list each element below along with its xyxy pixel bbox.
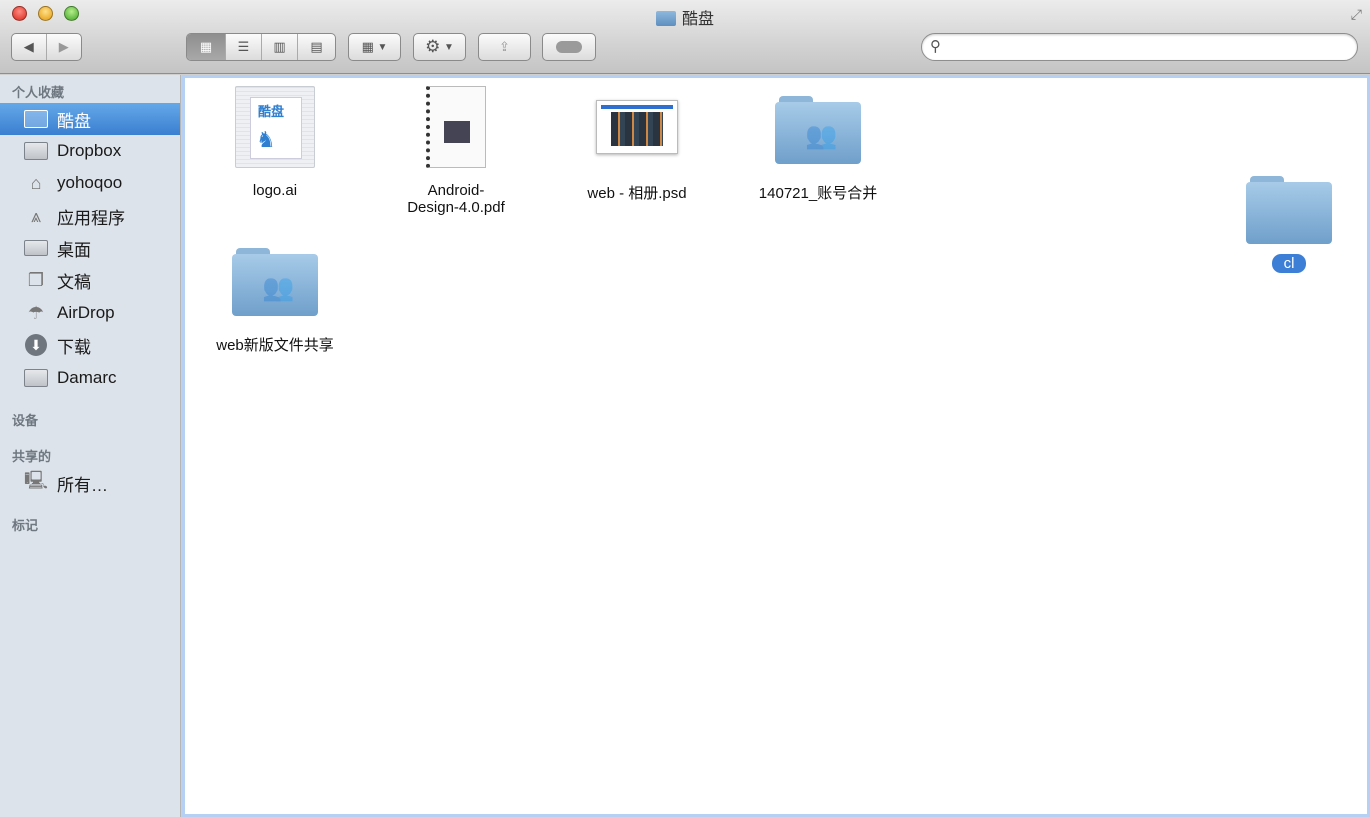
share-icon: ⇪: [499, 39, 510, 54]
file-item[interactable]: 👥 web新版文件共享: [190, 238, 360, 355]
sidebar-item-applications[interactable]: ⩓ 应用程序: [0, 200, 180, 232]
section-shared: 共享的: [12, 449, 52, 464]
sidebar-item-label: 文稿: [57, 272, 91, 292]
forward-button[interactable]: ▶: [47, 34, 82, 60]
back-button[interactable]: ◀: [12, 34, 47, 60]
window-title-text: 酷盘: [681, 11, 714, 28]
sidebar-item-label: 酷盘: [57, 111, 91, 131]
shared-folder-icon: 👥: [190, 238, 360, 320]
file-item[interactable]: 酷盘 ♞ logo.ai: [190, 86, 360, 199]
sidebar-item-all-shared[interactable]: 🖳 所有…: [0, 467, 180, 499]
folder-icon: [1204, 168, 1370, 244]
shared-folder-icon: 👥: [733, 86, 903, 168]
sidebar-item-airdrop[interactable]: ☂ AirDrop: [0, 297, 180, 329]
tag-toggle-icon: [556, 41, 582, 53]
sidebar-item-label: Dropbox: [57, 141, 122, 160]
sidebar-item-desktop[interactable]: 桌面: [0, 232, 180, 264]
section-devices: 设备: [12, 413, 39, 428]
arrange-button[interactable]: ▦ ▼: [348, 33, 401, 61]
file-name-line2: Design-4.0.pdf: [407, 199, 505, 216]
icon-view-button[interactable]: ▦: [187, 34, 226, 60]
pdf-file-icon: [426, 86, 486, 168]
documents-icon: ❐: [27, 269, 45, 290]
sidebar-item-label: 下载: [57, 337, 91, 357]
folder-icon: [655, 11, 676, 26]
sidebar-item-label: yohoqoo: [57, 173, 123, 192]
coverflow-view-button[interactable]: ▤: [298, 34, 335, 60]
file-name: web新版文件共享: [216, 337, 334, 354]
file-name: logo.ai: [252, 182, 298, 199]
sidebar-item-label: 应用程序: [57, 208, 125, 228]
gear-icon: ⚙: [425, 37, 441, 56]
section-favorites: 个人收藏: [12, 85, 65, 100]
sidebar-item-label: 桌面: [57, 240, 91, 260]
file-item[interactable]: 👥 140721_账号合并: [733, 86, 903, 203]
action-button[interactable]: ⚙ ▼: [413, 33, 466, 61]
sidebar-item-kupan[interactable]: 酷盘: [0, 103, 180, 135]
search-icon: ⚲: [930, 38, 941, 55]
section-tags: 标记: [12, 518, 39, 533]
fullscreen-icon[interactable]: ⤢: [1351, 6, 1362, 23]
folder-icon: [24, 141, 48, 161]
view-mode-control: ▦ ☰ ▥ ▤: [186, 33, 336, 61]
file-browser: 酷盘 ♞ logo.ai Android- Design-4.0.pdf web…: [182, 75, 1370, 817]
sidebar-item-home[interactable]: ⌂ yohoqoo: [0, 167, 180, 199]
psd-file-icon: [596, 86, 678, 168]
sidebar-item-label: Damarc: [57, 368, 117, 387]
file-item[interactable]: web - 相册.psd: [552, 86, 722, 203]
column-view-button[interactable]: ▥: [262, 34, 298, 60]
file-name-rename[interactable]: cl: [1271, 254, 1307, 273]
illustrator-file-icon: 酷盘 ♞: [235, 86, 315, 168]
chevron-down-icon: ▼: [377, 41, 388, 53]
home-icon: ⌂: [30, 172, 42, 193]
file-item[interactable]: Android- Design-4.0.pdf: [371, 86, 541, 216]
file-name: 140721_账号合并: [758, 185, 878, 202]
window-title: 酷盘: [0, 5, 1370, 29]
file-item[interactable]: cl: [1204, 168, 1370, 273]
title-bar: 酷盘 ⤢ ◀ ▶ ▦ ☰ ▥ ▤ ▦ ▼ ⚙ ▼ ⇪ ⚲: [0, 0, 1370, 74]
applications-icon: ⩓: [30, 205, 42, 226]
back-forward-buttons: ◀ ▶: [11, 33, 82, 61]
desktop-icon: [24, 238, 48, 258]
airdrop-icon: ☂: [27, 302, 45, 323]
tags-button[interactable]: [542, 33, 596, 61]
search-input[interactable]: [950, 38, 1350, 53]
share-button[interactable]: ⇪: [478, 33, 531, 61]
download-icon: ⬇: [24, 334, 48, 356]
search-field[interactable]: ⚲: [921, 33, 1358, 61]
sidebar-item-documents[interactable]: ❐ 文稿: [0, 264, 180, 296]
folder-icon: [24, 368, 48, 388]
sidebar: 个人收藏 酷盘 Dropbox ⌂ yohoqoo ⩓ 应用程序 桌面 ❐ 文稿 ☂ A…: [0, 75, 181, 817]
sidebar-item-label: AirDrop: [57, 303, 115, 322]
network-icon: 🖳: [24, 470, 49, 490]
sidebar-item-dropbox[interactable]: Dropbox: [0, 135, 180, 167]
sidebar-item-damarc[interactable]: Damarc: [0, 362, 180, 394]
file-name: web - 相册.psd: [587, 185, 687, 202]
sidebar-item-downloads[interactable]: ⬇ 下载: [0, 329, 180, 361]
chevron-down-icon: ▼: [443, 41, 454, 53]
arrange-icon: ▦: [361, 39, 374, 54]
sidebar-item-label: 所有…: [57, 475, 108, 495]
folder-icon: [24, 109, 48, 129]
file-name-line1: Android-: [427, 182, 485, 199]
list-view-button[interactable]: ☰: [226, 34, 262, 60]
